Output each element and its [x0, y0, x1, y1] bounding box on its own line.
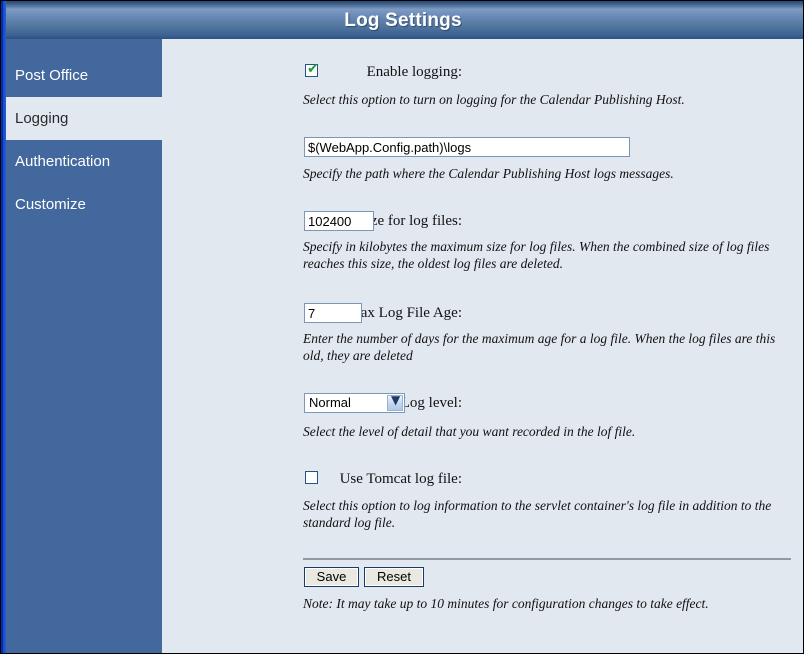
save-button[interactable]: Save — [304, 567, 359, 587]
max-size-input[interactable] — [304, 211, 374, 231]
sidebar-item-label: Customize — [15, 196, 86, 213]
log-level-help: Select the level of detail that you want… — [303, 423, 783, 440]
sidebar-item-label: Authentication — [15, 153, 110, 170]
use-tomcat-help: Select this option to log information to… — [303, 497, 795, 531]
log-file-path-help: Specify the path where the Calendar Publ… — [303, 165, 783, 182]
use-tomcat-checkbox[interactable] — [305, 471, 318, 484]
sidebar-item-post-office[interactable]: Post Office — [1, 54, 162, 97]
settings-form: Enable logging: ✔ Select this option to … — [162, 39, 803, 654]
checkmark-icon: ✔ — [307, 62, 319, 76]
sidebar-item-list: Post Office Logging Authentication Custo… — [1, 39, 162, 226]
reset-button[interactable]: Reset — [364, 567, 424, 587]
max-age-help: Enter the number of days for the maximum… — [303, 330, 795, 364]
log-level-selected-value: Normal — [309, 395, 351, 410]
sidebar-item-authentication[interactable]: Authentication — [1, 140, 162, 183]
sidebar-item-logging[interactable]: Logging — [1, 97, 162, 140]
sidebar-item-label: Post Office — [15, 67, 88, 84]
max-size-help: Specify in kilobytes the maximum size fo… — [303, 238, 795, 272]
chevron-glyph: ▼ — [391, 393, 400, 407]
page-header: Log Settings — [1, 1, 804, 39]
left-accent-stripe-edge — [1, 1, 3, 654]
enable-logging-help: Select this option to turn on logging fo… — [303, 91, 773, 108]
log-settings-page: Log Settings Post Office Logging Authent… — [0, 0, 804, 654]
footer-note: Note: It may take up to 10 minutes for c… — [303, 596, 709, 612]
chevron-down-icon[interactable]: ▼ — [387, 395, 403, 411]
enable-logging-checkbox[interactable]: ✔ — [305, 64, 318, 77]
footer-divider — [303, 558, 791, 560]
sidebar-item-label: Logging — [15, 110, 68, 127]
sidebar-item-customize[interactable]: Customize — [1, 183, 162, 226]
max-age-input[interactable] — [304, 303, 362, 323]
sidebar-nav: Post Office Logging Authentication Custo… — [1, 39, 162, 654]
log-level-select[interactable]: Normal ▼ — [304, 393, 405, 413]
page-title: Log Settings — [1, 10, 804, 32]
log-file-path-input[interactable] — [304, 137, 630, 157]
